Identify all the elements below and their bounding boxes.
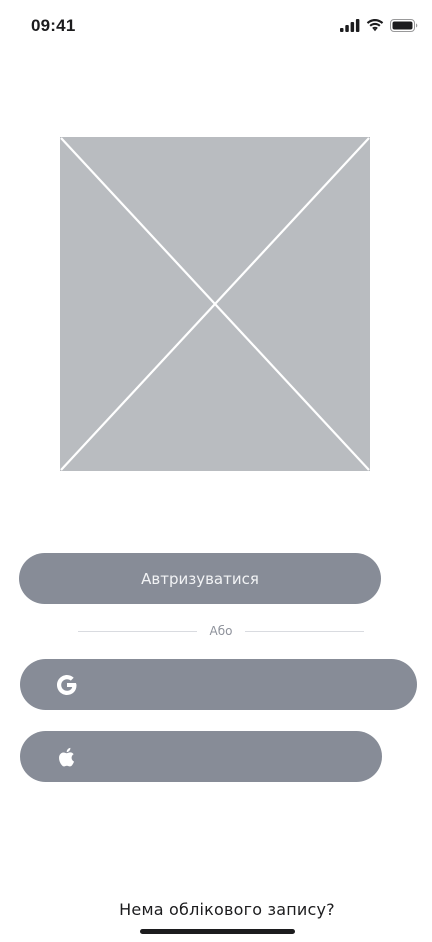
hero-image-placeholder — [60, 137, 370, 471]
divider-line-right — [245, 630, 365, 632]
login-button-label: Автризуватися — [141, 569, 259, 588]
home-indicator — [140, 929, 295, 934]
divider-text: Або — [209, 624, 233, 638]
status-icons — [340, 19, 418, 32]
wifi-icon — [366, 19, 384, 32]
apple-icon — [59, 747, 75, 767]
status-bar: 09:41 — [0, 0, 432, 56]
signup-link[interactable]: Нема облікового запису? — [0, 900, 432, 919]
divider-line-left — [78, 630, 197, 632]
battery-icon — [390, 19, 418, 32]
google-signin-button[interactable] — [20, 659, 417, 710]
login-button[interactable]: Автризуватися — [19, 553, 381, 604]
apple-signin-button[interactable] — [20, 731, 382, 782]
image-placeholder-icon — [60, 137, 370, 471]
google-icon — [57, 675, 77, 695]
status-time: 09:41 — [31, 16, 76, 35]
cellular-signal-icon — [340, 19, 360, 32]
or-divider: Або — [78, 622, 365, 640]
